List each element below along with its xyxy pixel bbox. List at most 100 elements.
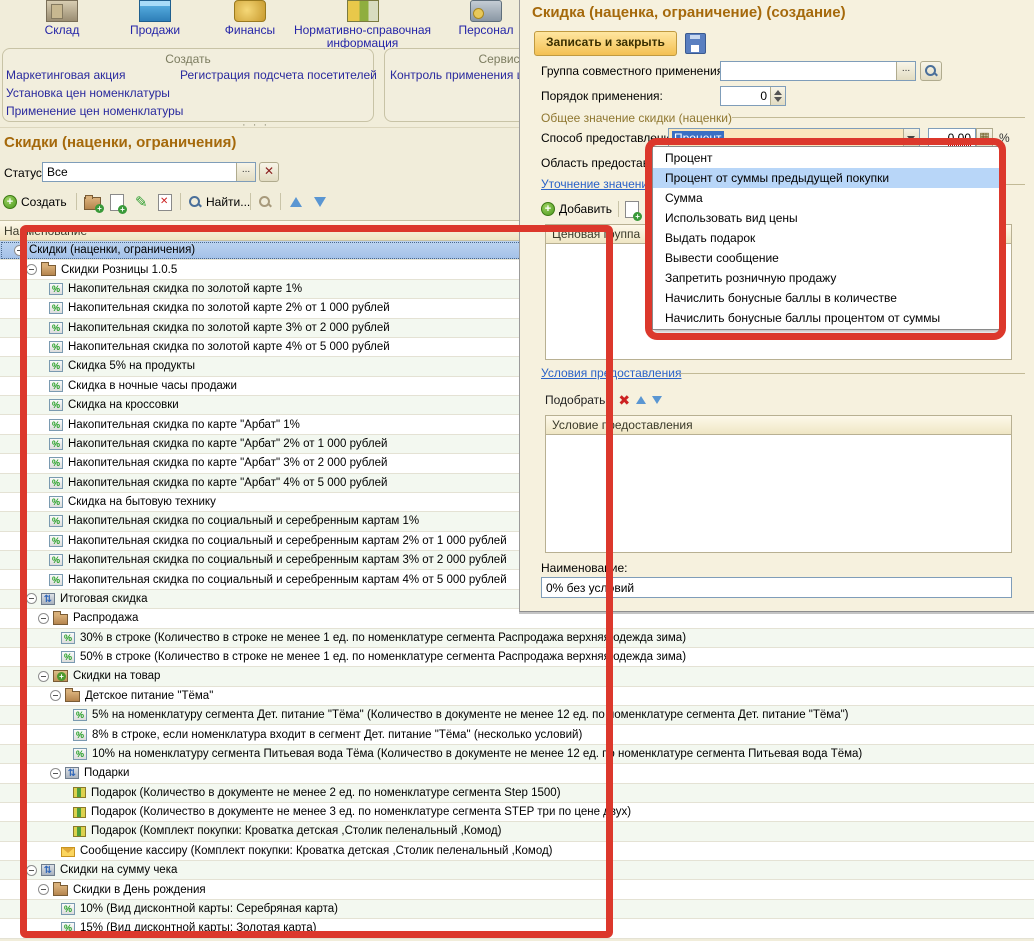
tree-row[interactable]: ⇅ Скидки на сумму чека	[0, 861, 1034, 880]
row-label: Накопительная скидка по социальный и сер…	[68, 574, 507, 586]
menu-item-5[interactable]: Выдать подарок	[653, 228, 999, 248]
ribbon-splitter[interactable]: · · ·	[242, 119, 269, 131]
row-label: Накопительная скидка по золотой карте 1%	[68, 283, 302, 295]
link-price-control[interactable]: Контроль применения цен	[390, 68, 537, 82]
menu-item-3[interactable]: Сумма	[653, 188, 999, 208]
menu-item-7[interactable]: Запретить розничную продажу	[653, 268, 999, 288]
chevron-down-icon[interactable]	[903, 129, 919, 147]
link-marketing-action[interactable]: Маркетинговая акция	[6, 68, 126, 82]
condition-table-body[interactable]	[545, 435, 1012, 553]
new-group-button[interactable]	[84, 192, 101, 212]
row-label: 15% (Вид дисконтной карты: Золотая карта…	[80, 922, 316, 934]
group-field-input[interactable]: ...	[720, 61, 916, 81]
menu-item-6[interactable]: Вывести сообщение	[653, 248, 999, 268]
link-apply-prices[interactable]: Применение цен номенклатуры	[6, 104, 183, 118]
tree-row[interactable]: Скидки на товар	[0, 667, 1034, 686]
menu-item-9[interactable]: Начислить бонусные баллы процентом от су…	[653, 308, 999, 328]
tree-row[interactable]: Подарок (Количество в документе не менее…	[0, 803, 1034, 822]
collapse-icon[interactable]	[38, 613, 49, 624]
collapse-icon[interactable]	[50, 768, 61, 779]
up-arrow-icon[interactable]	[636, 396, 646, 404]
tab-1[interactable]: Склад	[20, 0, 104, 37]
menu-item-8[interactable]: Начислить бонусные баллы в количестве	[653, 288, 999, 308]
row-type-icon: %	[49, 380, 63, 392]
collapse-icon[interactable]	[26, 593, 37, 604]
status-combo[interactable]: Все ...	[42, 162, 256, 182]
find-button[interactable]: Найти...	[188, 192, 250, 212]
row-type-icon: %	[61, 651, 75, 663]
tree-row[interactable]: % 30% в строке (Количество в строке не м…	[0, 629, 1034, 648]
save-icon[interactable]	[685, 33, 706, 54]
tree-row[interactable]: % 15% (Вид дисконтной карты: Золотая кар…	[0, 919, 1034, 938]
row-label: 5% на номенклатуру сегмента Дет. питание…	[92, 709, 849, 721]
group-field-label: Группа совместного применения:	[541, 64, 727, 78]
status-choose-button[interactable]: ...	[236, 163, 255, 181]
tree-row[interactable]: % 10% на номенклатуру сегмента Питьевая …	[0, 745, 1034, 764]
menu-item-4[interactable]: Использовать вид цены	[653, 208, 999, 228]
copy-row-icon[interactable]	[625, 201, 639, 218]
cancel-search-button[interactable]	[258, 192, 272, 212]
condition-table-header[interactable]: Условие предоставления	[545, 415, 1012, 435]
tab-4[interactable]: Нормативно-справочная информация	[285, 0, 440, 50]
create-button[interactable]: + Создать	[3, 192, 67, 212]
menu-item-1[interactable]: Процент	[653, 148, 999, 168]
sales-icon	[139, 0, 171, 22]
tree-row[interactable]: % 10% (Вид дисконтной карты: Серебряная …	[0, 900, 1034, 919]
tree-row[interactable]: ⇅ Подарки	[0, 764, 1034, 783]
cancel-search-icon	[258, 195, 272, 209]
tree-row[interactable]: Детское питание "Тёма"	[0, 687, 1034, 706]
row-label: Подарок (Комплект покупки: Кроватка детс…	[91, 825, 501, 837]
edit-button[interactable]: ✎	[135, 192, 148, 212]
price-group-toolbar: + Добавить ✖	[541, 199, 657, 219]
row-label: Накопительная скидка по социальный и сер…	[68, 554, 507, 566]
row-label: 50% в строке (Количество в строке не мен…	[80, 651, 686, 663]
add-button[interactable]: + Добавить	[541, 199, 612, 219]
order-spinner[interactable]	[770, 87, 785, 105]
pick-button[interactable]: Подобрать	[545, 393, 605, 407]
tree-row[interactable]: % 5% на номенклатуру сегмента Дет. питан…	[0, 706, 1034, 725]
group-choose-button[interactable]: ...	[896, 62, 915, 80]
link-visitor-count[interactable]: Регистрация подсчета посетителей	[180, 68, 377, 82]
row-label: Скидка на кроссовки	[68, 399, 179, 411]
collapse-icon[interactable]	[38, 671, 49, 682]
order-field-input[interactable]: 0	[720, 86, 786, 106]
method-combo[interactable]: Процент	[668, 128, 920, 148]
collapse-icon[interactable]	[14, 245, 25, 256]
conditions-section-link[interactable]: Условия предоставления	[541, 366, 681, 380]
move-up-button[interactable]	[290, 192, 302, 212]
move-down-button[interactable]	[314, 192, 326, 212]
delete-button[interactable]	[158, 192, 172, 212]
toolbar-separator	[250, 193, 251, 210]
collapse-icon[interactable]	[26, 264, 37, 275]
delete-condition-icon[interactable]: ✖	[618, 393, 630, 407]
amount-input[interactable]: 0,00	[928, 128, 976, 148]
tree-row[interactable]: Распродажа	[0, 609, 1034, 628]
row-label: Итоговая скидка	[60, 593, 148, 605]
group-search-button[interactable]	[920, 61, 942, 81]
tree-row[interactable]: % 8% в строке, если номенклатура входит …	[0, 725, 1034, 744]
down-arrow-icon[interactable]	[652, 396, 662, 404]
collapse-icon[interactable]	[50, 690, 61, 701]
tab-2[interactable]: Продажи	[110, 0, 200, 37]
tree-row[interactable]: % 50% в строке (Количество в строке не м…	[0, 648, 1034, 667]
row-type-icon	[53, 885, 68, 896]
link-set-prices[interactable]: Установка цен номенклатуры	[6, 86, 170, 100]
name-field-input[interactable]: 0% без условий	[541, 577, 1012, 598]
tree-row[interactable]: Подарок (Количество в документе не менее…	[0, 784, 1034, 803]
tree-row[interactable]: Скидки в День рождения	[0, 880, 1034, 899]
row-type-icon: %	[49, 419, 63, 431]
order-field-label: Порядок применения:	[541, 89, 663, 103]
tree-row[interactable]: Сообщение кассиру (Комплект покупки: Кро…	[0, 842, 1034, 861]
row-type-icon: ⇅	[65, 767, 79, 779]
row-type-icon: %	[49, 554, 63, 566]
collapse-icon[interactable]	[26, 865, 37, 876]
status-clear-button[interactable]: ✕	[259, 162, 279, 182]
menu-item-2[interactable]: Процент от суммы предыдущей покупки	[653, 168, 999, 188]
collapse-icon[interactable]	[38, 884, 49, 895]
row-label: Скидки на товар	[73, 670, 160, 682]
tab-3[interactable]: Финансы	[205, 0, 295, 37]
tree-row[interactable]: Подарок (Комплект покупки: Кроватка детс…	[0, 822, 1034, 841]
copy-button[interactable]	[110, 192, 124, 212]
save-and-close-button[interactable]: Записать и закрыть	[534, 31, 677, 56]
calculator-button[interactable]: ▦	[976, 128, 993, 148]
